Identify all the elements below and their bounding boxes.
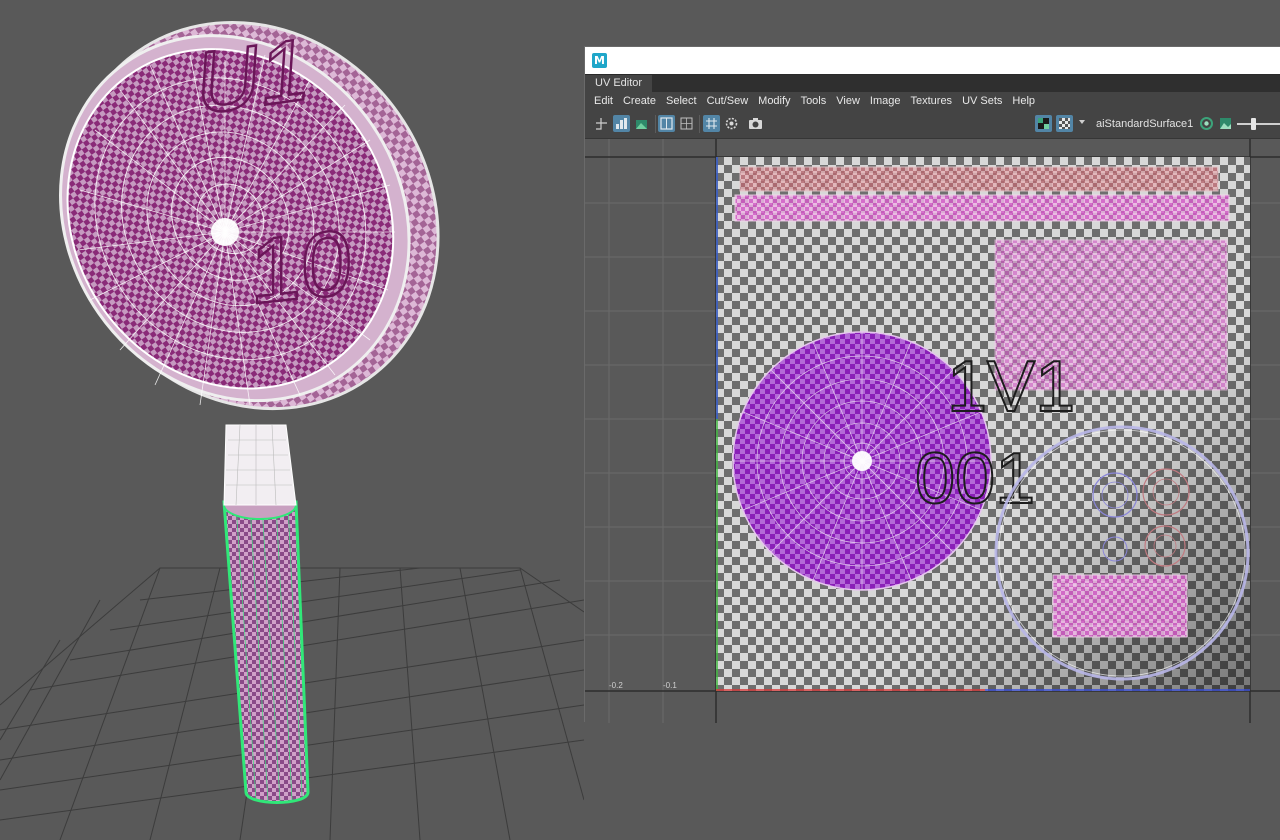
menu-help[interactable]: Help <box>1007 92 1040 110</box>
toolbar-separator <box>699 115 700 133</box>
uv-wireframe-grid-icon[interactable] <box>703 115 720 132</box>
exposure-slider[interactable] <box>1237 118 1280 130</box>
toolbar-separator <box>655 115 656 133</box>
menu-tools[interactable]: Tools <box>796 92 832 110</box>
magnifier-lens[interactable]: U1 10 <box>0 0 513 484</box>
uv-canvas[interactable]: -0.2 -0.1 1V1 001 <box>585 139 1280 723</box>
lens-pole <box>211 218 239 246</box>
uv-toolbar: aiStandardSurface1 <box>585 110 1280 139</box>
menu-uv-sets[interactable]: UV Sets <box>957 92 1007 110</box>
uv-distortion-icon[interactable] <box>723 115 740 132</box>
window-title-bar[interactable]: M <box>585 47 1280 75</box>
exposure-slider-handle[interactable] <box>1251 118 1256 130</box>
menu-textures[interactable]: Textures <box>905 92 957 110</box>
uv-dim-image-icon[interactable] <box>633 115 650 132</box>
tab-bar: UV Editor <box>585 75 1280 92</box>
lens-disc-pole <box>852 451 872 471</box>
axis-label-neg-0-1: -0.1 <box>663 681 677 690</box>
menu-bar: Edit Create Select Cut/Sew Modify Tools … <box>585 92 1280 110</box>
chevron-down-icon[interactable] <box>1079 120 1085 124</box>
uv-pixel-snap-icon[interactable] <box>678 115 695 132</box>
uv-shell-rim-strip-pink[interactable] <box>734 194 1230 222</box>
uv-bar-chart-icon[interactable] <box>613 115 630 132</box>
shader-name-label[interactable]: aiStandardSurface1 <box>1096 116 1193 132</box>
uv-grid-toggle-icon[interactable] <box>658 115 675 132</box>
tab-uv-editor[interactable]: UV Editor <box>585 75 653 92</box>
image-display-icon[interactable] <box>1035 115 1052 132</box>
uv-tile-label-bottom: 001 <box>915 439 1035 519</box>
uv-shell-grid-icon[interactable] <box>593 115 610 132</box>
texture-image-icon[interactable] <box>1217 115 1234 132</box>
uv-shell-handle-block[interactable] <box>1052 574 1188 638</box>
menu-create[interactable]: Create <box>618 92 661 110</box>
checker-display-icon[interactable] <box>1056 115 1073 132</box>
menu-modify[interactable]: Modify <box>753 92 795 110</box>
uv-snapshot-camera-icon[interactable] <box>747 115 764 132</box>
lens-texture-label-top: U1 <box>194 18 313 134</box>
uv-editor-window[interactable]: M UV Editor Edit Create Select Cut/Sew M… <box>584 46 1280 723</box>
shader-color-icon[interactable] <box>1198 115 1215 132</box>
lens-texture-label-bottom: 10 <box>250 209 352 323</box>
menu-select[interactable]: Select <box>661 92 702 110</box>
uv-shell-rim-strip-red[interactable] <box>739 166 1219 192</box>
menu-cut-sew[interactable]: Cut/Sew <box>702 92 754 110</box>
menu-edit[interactable]: Edit <box>589 92 618 110</box>
magnifier-neck[interactable] <box>223 424 297 506</box>
maya-logo-icon: M <box>592 53 607 68</box>
uv-tile-label-top: 1V1 <box>947 347 1075 427</box>
3d-viewport[interactable]: U1 10 <box>0 0 584 840</box>
menu-image[interactable]: Image <box>865 92 906 110</box>
menu-view[interactable]: View <box>831 92 865 110</box>
axis-label-neg-0-2: -0.2 <box>609 681 623 690</box>
